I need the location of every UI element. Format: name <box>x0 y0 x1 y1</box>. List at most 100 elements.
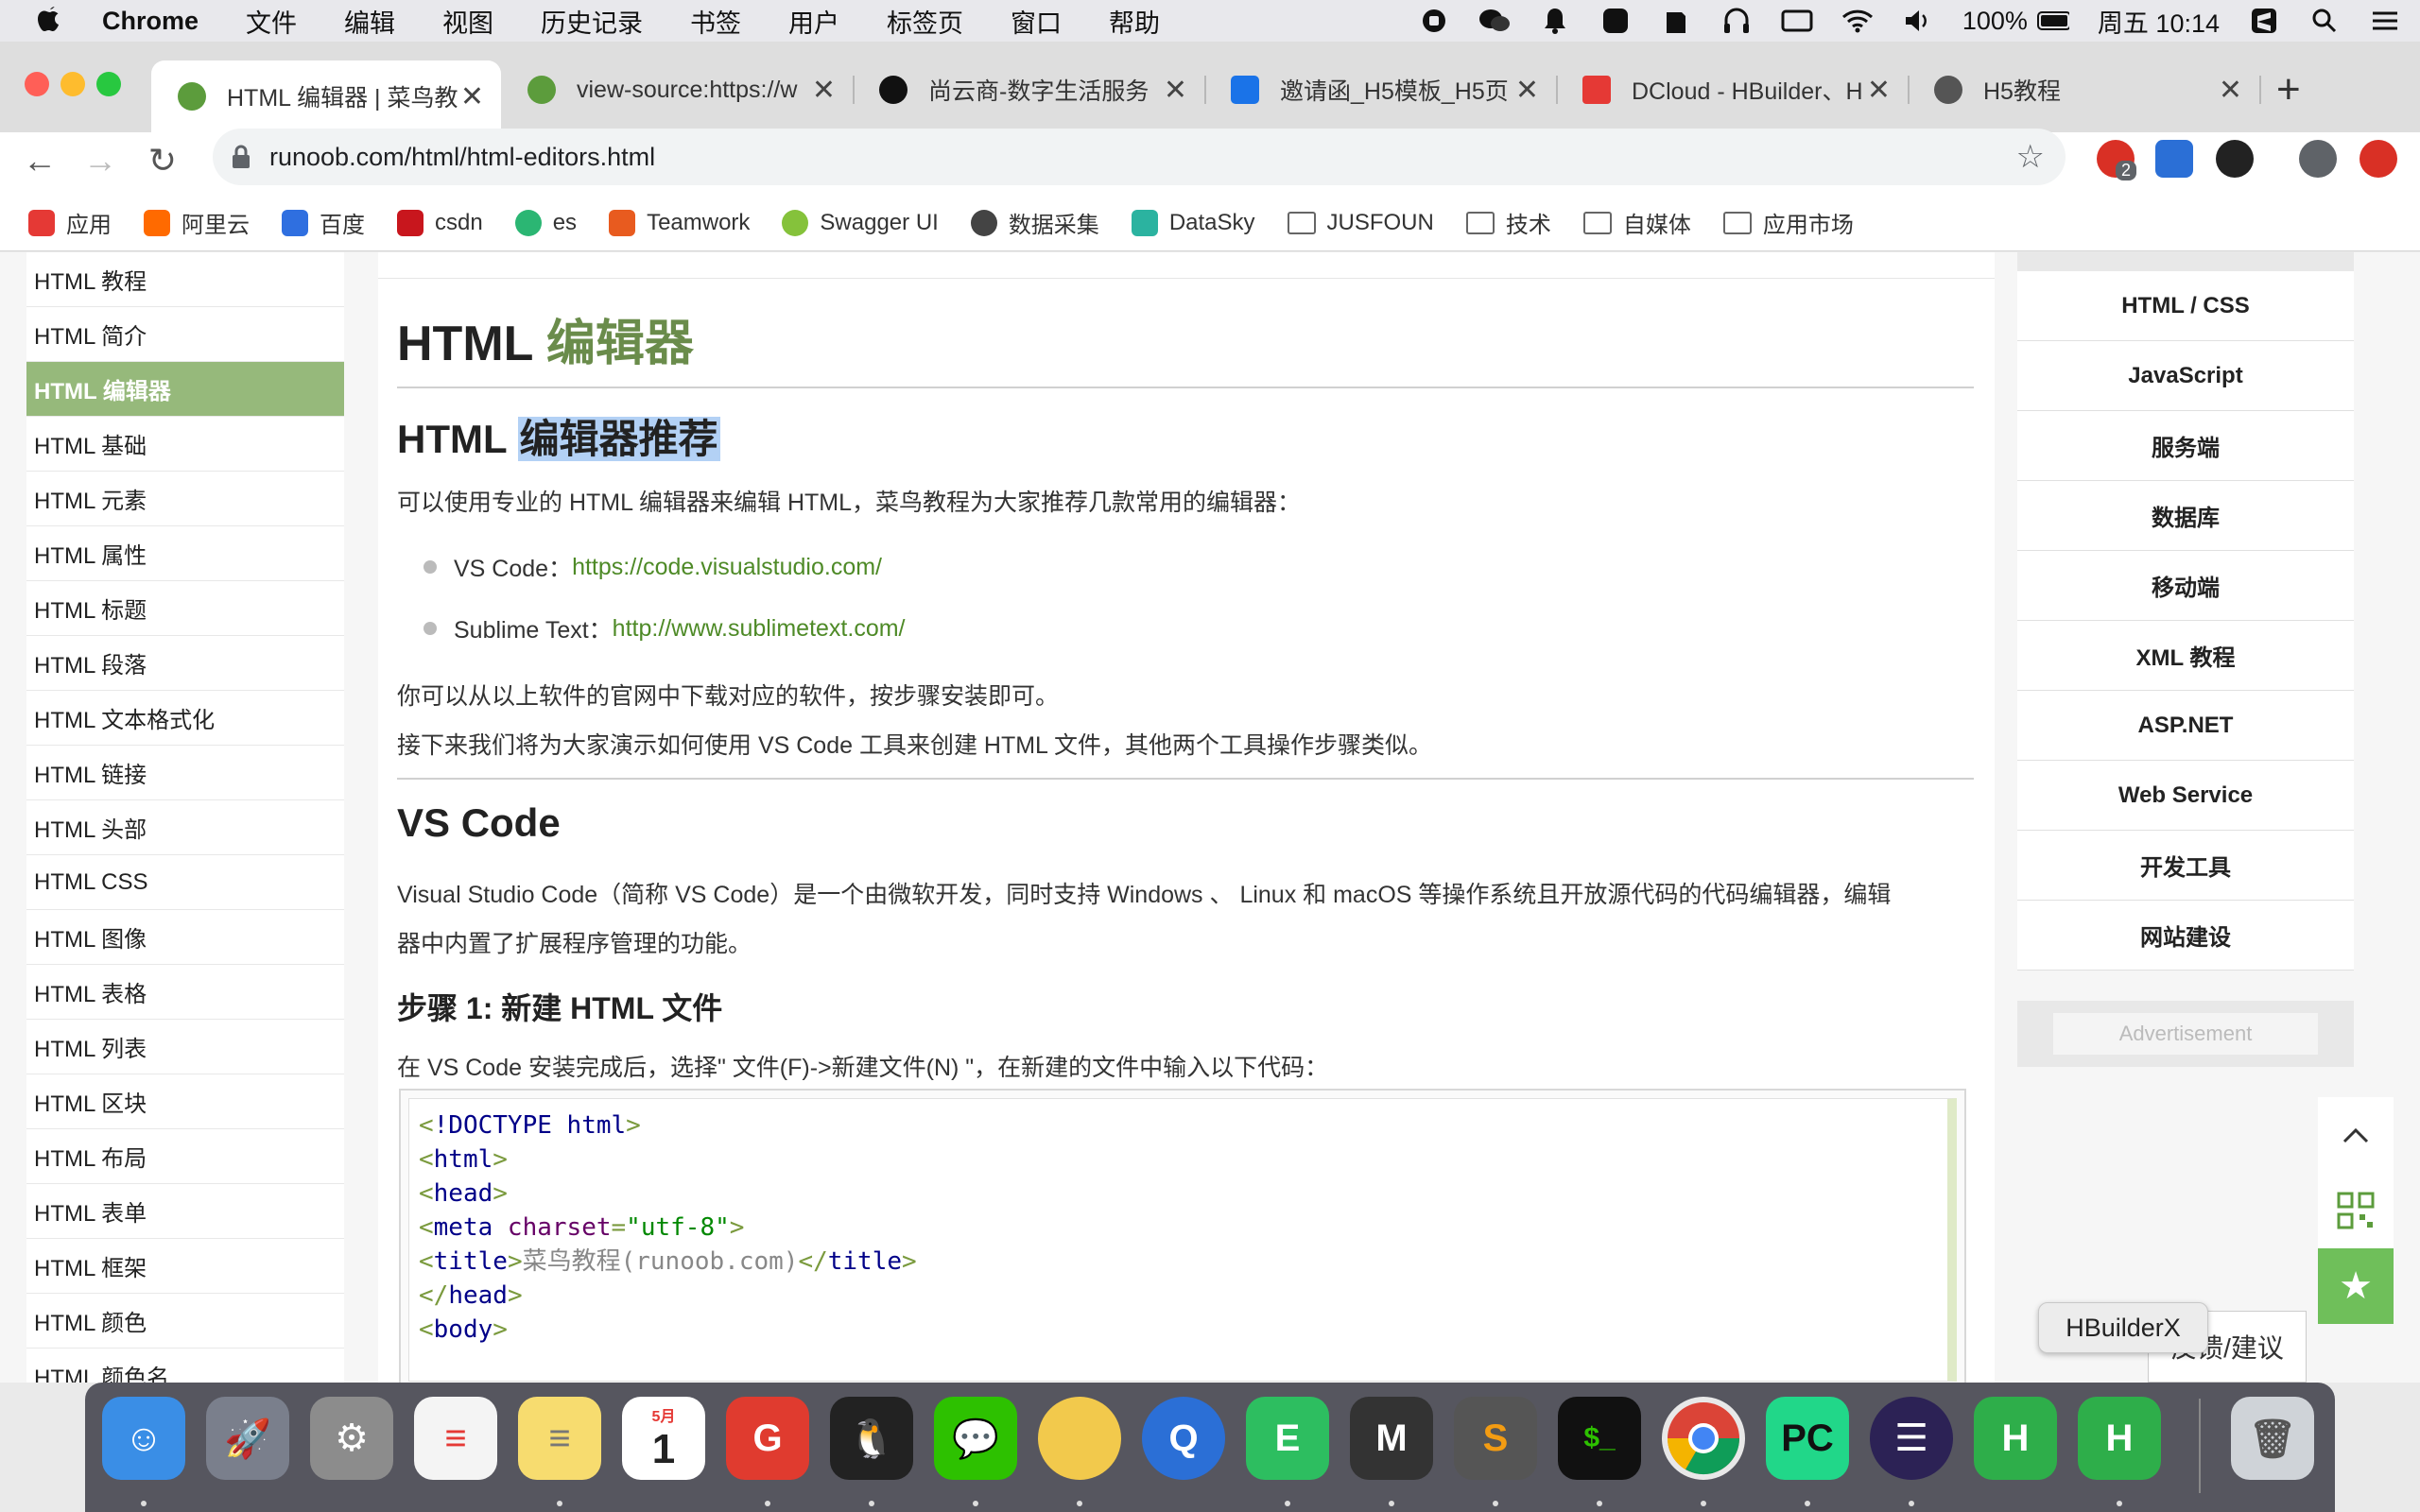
vscode-link[interactable]: https://code.visualstudio.com/ <box>572 554 882 581</box>
bookmark-folder-jusfoun[interactable]: JUSFOUN <box>1287 210 1434 236</box>
launchpad-icon[interactable]: 🚀 <box>206 1397 289 1480</box>
menu-app-name[interactable]: Chrome <box>102 7 199 36</box>
wechat-app-icon[interactable]: 💬 <box>934 1397 1017 1480</box>
sublime-link[interactable]: http://www.sublimetext.com/ <box>613 615 906 643</box>
sidebar-item[interactable]: HTML 布局 <box>26 1129 344 1184</box>
sidebar-item-active[interactable]: HTML 编辑器 <box>26 362 344 417</box>
finder-icon[interactable]: ☺ <box>102 1397 185 1480</box>
sidebar-item[interactable]: HTML 区块 <box>26 1074 344 1129</box>
hbuilderx-icon[interactable]: H <box>2078 1397 2161 1480</box>
pycharm-icon[interactable]: PC <box>1766 1397 1849 1480</box>
qrcode-icon[interactable] <box>2318 1173 2394 1248</box>
app-yellow-icon[interactable] <box>1038 1397 1121 1480</box>
code-content[interactable]: <!DOCTYPE html> <html> <head> <meta char… <box>408 1098 1957 1382</box>
sidebar-item[interactable]: HTML 属性 <box>26 526 344 581</box>
sidebar-item[interactable]: HTML 标题 <box>26 581 344 636</box>
app-tray-icon[interactable] <box>1599 7 1632 35</box>
menu-file[interactable]: 文件 <box>246 3 297 40</box>
close-tab-icon[interactable]: ✕ <box>812 74 836 107</box>
close-tab-icon[interactable]: ✕ <box>460 80 484 113</box>
tab-shangyunshang[interactable]: 尚云商-数字生活服务 ✕ <box>853 60 1204 119</box>
right-nav-item[interactable]: XML 教程 <box>2017 621 2354 691</box>
terminal-tool-icon[interactable]: M <box>1350 1397 1433 1480</box>
sidebar-item[interactable]: HTML 列表 <box>26 1020 344 1074</box>
evernote-extension-icon[interactable] <box>2216 140 2254 178</box>
selected-text[interactable]: 编辑器推荐 <box>517 417 720 461</box>
calendar-icon[interactable]: 5月 1 <box>622 1397 705 1480</box>
headphones-icon[interactable] <box>1720 7 1753 35</box>
close-tab-icon[interactable]: ✕ <box>1867 74 1891 107</box>
menu-window[interactable]: 窗口 <box>1011 3 1062 40</box>
bookmark-folder-appstore[interactable]: 应用市场 <box>1722 206 1854 239</box>
bookmark-star-icon[interactable]: ☆ <box>2016 138 2045 176</box>
close-window-icon[interactable] <box>25 72 49 96</box>
wifi-icon[interactable] <box>1841 7 1874 35</box>
bookmark-data-collection[interactable]: 数据采集 <box>970 206 1099 239</box>
bookmark-es[interactable]: es <box>514 209 577 236</box>
menu-help[interactable]: 帮助 <box>1109 3 1160 40</box>
sidebar-item[interactable]: HTML 图像 <box>26 910 344 965</box>
right-nav-item[interactable]: 数据库 <box>2017 481 2354 551</box>
maximize-window-icon[interactable] <box>96 72 121 96</box>
sidebar-item[interactable]: HTML 颜色名 <box>26 1349 344 1383</box>
close-tab-icon[interactable]: ✕ <box>2219 74 2242 107</box>
reload-icon[interactable]: ↻ <box>142 140 183 181</box>
right-nav-item[interactable]: 网站建设 <box>2017 901 2354 971</box>
control-center-icon[interactable] <box>2369 7 2401 35</box>
qq-icon[interactable]: 🐧 <box>830 1397 913 1480</box>
favorite-star-icon[interactable]: ★ <box>2318 1248 2394 1324</box>
bookmark-datasky[interactable]: DataSky <box>1131 209 1255 236</box>
memory-icon[interactable] <box>1781 7 1813 35</box>
sidebar-item[interactable]: HTML 头部 <box>26 800 344 855</box>
record-icon[interactable] <box>1418 7 1450 35</box>
bookmark-csdn[interactable]: csdn <box>397 209 483 236</box>
quicktime-icon[interactable]: Q <box>1142 1397 1225 1480</box>
sidebar-item[interactable]: HTML 表单 <box>26 1184 344 1239</box>
bookmark-baidu[interactable]: 百度 <box>282 206 365 239</box>
right-nav-item[interactable]: HTML / CSS <box>2017 271 2354 341</box>
forward-icon[interactable]: → <box>79 140 121 181</box>
menu-tab[interactable]: 标签页 <box>887 3 963 40</box>
sidebar-item[interactable]: HTML CSS <box>26 855 344 910</box>
reminders-icon[interactable]: ≡ <box>414 1397 497 1480</box>
address-bar[interactable]: runoob.com/html/html-editors.html ☆ <box>213 129 2066 185</box>
bookmark-folder-media[interactable]: 自媒体 <box>1582 206 1691 239</box>
trash-icon[interactable]: 🗑 <box>2231 1397 2314 1480</box>
terminal-icon[interactable]: $_ <box>1558 1397 1641 1480</box>
notes-icon[interactable]: ≡ <box>518 1397 601 1480</box>
sidebar-item[interactable]: HTML 文本格式化 <box>26 691 344 746</box>
evernote-app-icon[interactable]: E <box>1246 1397 1329 1480</box>
new-tab-icon[interactable]: + <box>2276 66 2301 113</box>
battery-icon[interactable] <box>2036 7 2069 35</box>
s-extension-icon[interactable] <box>2155 140 2193 178</box>
update-icon[interactable] <box>2360 140 2397 178</box>
eclipse-icon[interactable]: ☰ <box>1870 1397 1953 1480</box>
menu-view[interactable]: 视图 <box>442 3 493 40</box>
apple-icon[interactable] <box>36 5 74 37</box>
spotlight-icon[interactable] <box>2308 7 2341 35</box>
back-icon[interactable]: ← <box>19 140 60 181</box>
sidebar-item[interactable]: HTML 链接 <box>26 746 344 800</box>
evernote-tray-icon[interactable] <box>1660 7 1692 35</box>
volume-icon[interactable] <box>1902 7 1934 35</box>
bookmark-apps[interactable]: 应用 <box>28 206 112 239</box>
hbuilder-icon[interactable]: H <box>1974 1397 2057 1480</box>
system-preferences-icon[interactable]: ⚙ <box>310 1397 393 1480</box>
clock[interactable]: 周五 10:14 <box>2098 3 2220 40</box>
profile-avatar-icon[interactable] <box>2299 140 2337 178</box>
tab-dcloud[interactable]: DCloud - HBuilder、H ✕ <box>1556 60 1908 119</box>
menu-bookmarks[interactable]: 书签 <box>690 3 741 40</box>
bookmark-folder-tech[interactable]: 技术 <box>1465 206 1551 239</box>
sidebar-item[interactable]: HTML 颜色 <box>26 1294 344 1349</box>
sidebar-item[interactable]: HTML 表格 <box>26 965 344 1020</box>
close-tab-icon[interactable]: ✕ <box>1515 74 1539 107</box>
right-nav-item[interactable]: Web Service <box>2017 761 2354 831</box>
bell-icon[interactable] <box>1539 7 1571 35</box>
git-tool-icon[interactable]: G <box>726 1397 809 1480</box>
menu-people[interactable]: 用户 <box>788 3 839 40</box>
right-nav-item[interactable]: 开发工具 <box>2017 831 2354 901</box>
minimize-window-icon[interactable] <box>60 72 85 96</box>
bookmark-aliyun[interactable]: 阿里云 <box>144 206 250 239</box>
bookmark-teamwork[interactable]: Teamwork <box>609 209 750 236</box>
bookmark-swagger[interactable]: Swagger UI <box>782 209 939 236</box>
